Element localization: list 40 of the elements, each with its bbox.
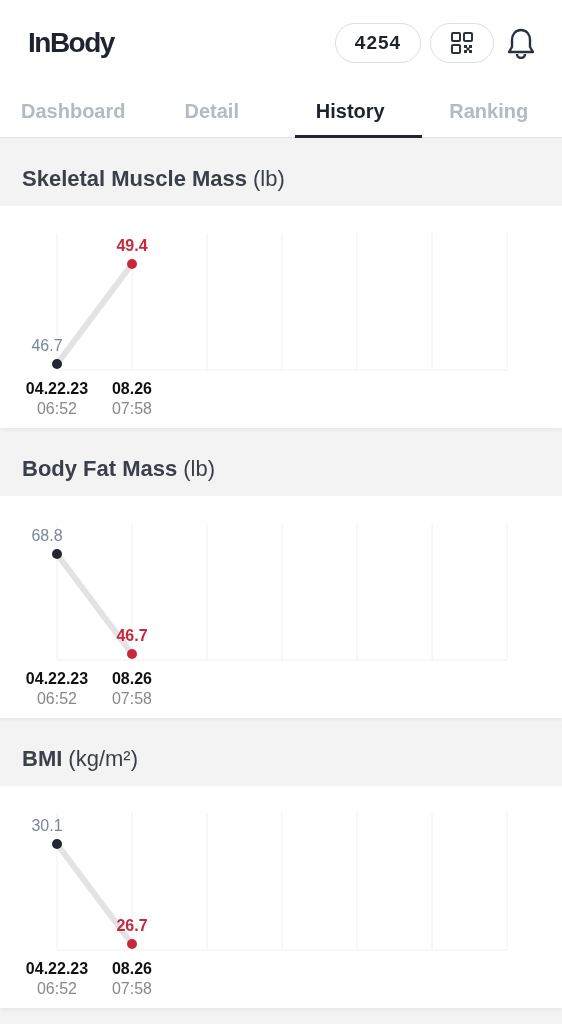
value-label: 68.8	[31, 527, 63, 544]
unit-label: (kg/m²)	[68, 745, 138, 772]
data-point	[127, 939, 137, 949]
bell-icon	[506, 26, 536, 59]
app-logo: InBody	[28, 26, 116, 59]
unit-label: (lb)	[253, 165, 285, 192]
date-label: 08.26	[112, 380, 152, 397]
tab[interactable]: Dashboard	[4, 85, 143, 137]
data-point	[52, 549, 62, 559]
time-label: 06:52	[37, 980, 77, 997]
notifications-button[interactable]	[506, 26, 536, 59]
value-label: 26.7	[116, 917, 148, 934]
time-label: 07:58	[112, 400, 152, 417]
unit-label: (lb)	[183, 455, 216, 482]
date-label: 04.22.23	[25, 960, 89, 977]
date-label: 04.22.23	[25, 670, 89, 687]
date-label: 08.26	[112, 960, 152, 977]
data-point	[127, 649, 137, 659]
data-point	[52, 359, 62, 369]
qr-code-icon	[451, 31, 473, 54]
value-label: 46.7	[31, 337, 63, 354]
section-title: BMI	[22, 745, 63, 772]
value-label: 49.4	[116, 237, 148, 254]
data-point	[52, 839, 62, 849]
section-title: Skeletal Muscle Mass	[22, 165, 247, 192]
data-point	[127, 259, 137, 269]
time-label: 06:52	[37, 690, 77, 707]
value-label: 30.1	[31, 817, 63, 834]
tab[interactable]: Detail	[142, 85, 281, 137]
value-label: 46.7	[116, 627, 148, 644]
section-title: Body Fat Mass	[22, 455, 178, 482]
qr-button[interactable]	[430, 22, 494, 63]
date-label: 04.22.23	[25, 380, 89, 397]
date-label: 08.26	[112, 670, 152, 687]
time-label: 07:58	[112, 690, 152, 707]
tab[interactable]: Ranking	[419, 85, 558, 137]
time-label: 07:58	[112, 980, 152, 997]
points-button[interactable]: 4254	[335, 22, 421, 63]
tab[interactable]: History	[281, 85, 420, 137]
time-label: 06:52	[37, 400, 77, 417]
